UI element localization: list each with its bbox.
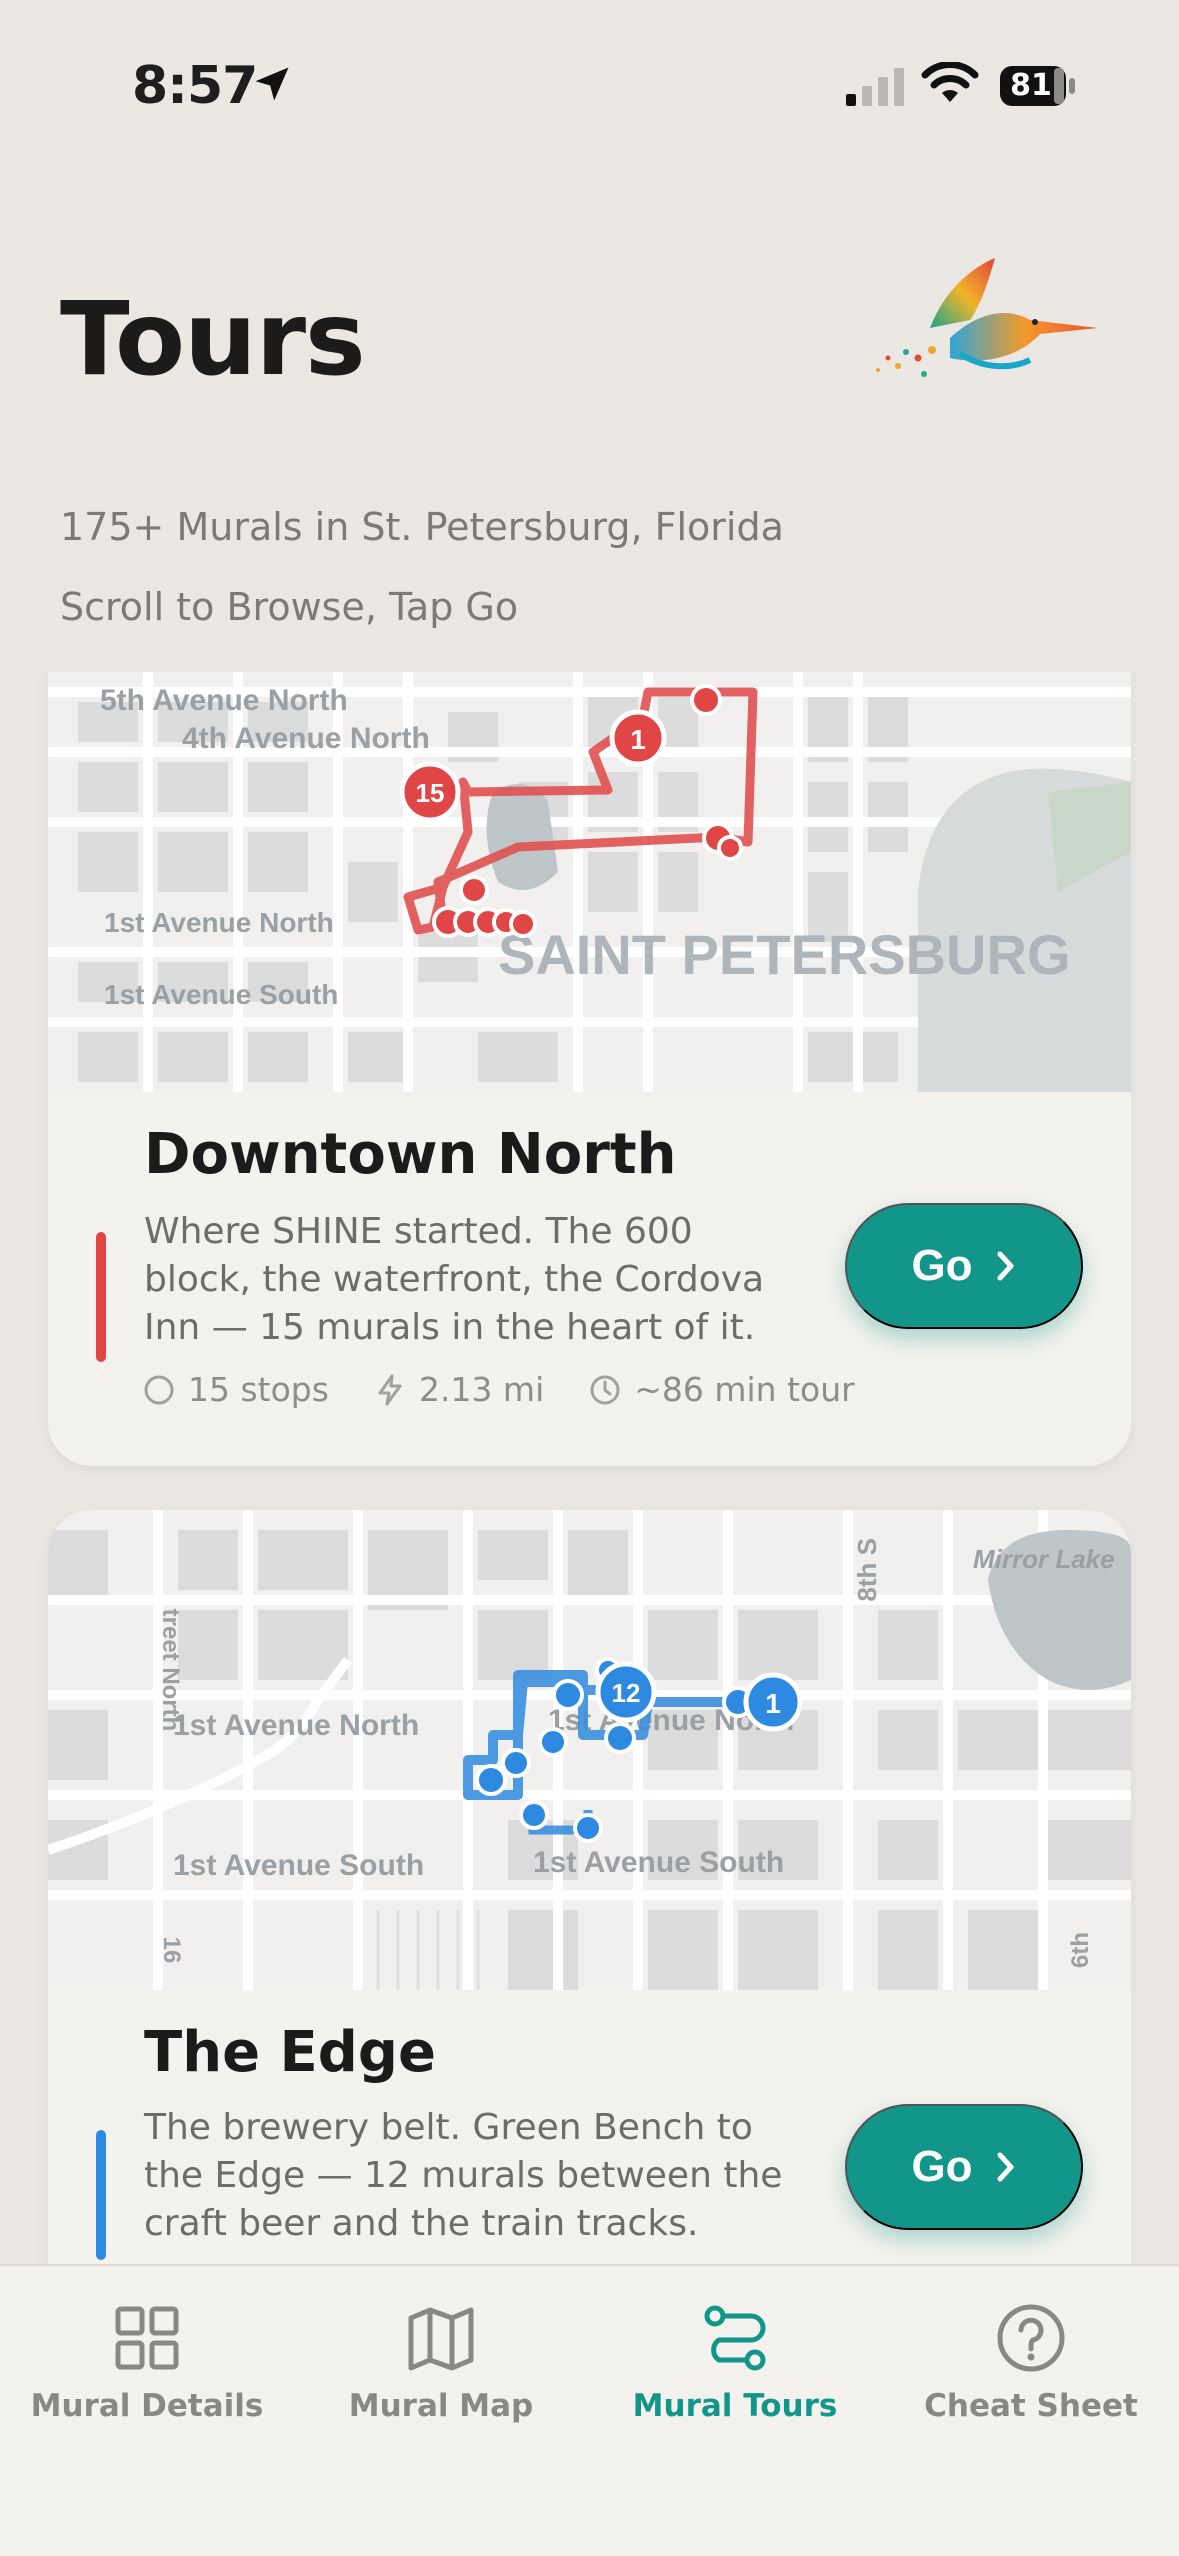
tab-label: Mural Tours [632, 2388, 838, 2424]
tab-bar: Mural Details Mural Map Mural Tours Chea… [0, 2264, 1179, 2556]
stat-duration: ~86 min tour [588, 1370, 855, 1409]
pelican-logo [876, 258, 1098, 377]
location-arrow-icon [255, 67, 289, 101]
route-icon [704, 2305, 766, 2371]
map-label: 1st Avenue South [104, 979, 338, 1010]
tour-map-downtown-north[interactable]: Round Lake 5th Avenue North 4th Avenue N… [48, 672, 1131, 1092]
go-button-label: Go [911, 1241, 973, 1290]
map-label: 6th [1067, 1932, 1094, 1968]
wifi-icon [921, 62, 979, 102]
map-label: 1st Avenue South [533, 1846, 784, 1879]
stat-distance: 2.13 mi [373, 1370, 544, 1409]
map-label: 5th Avenue North [100, 684, 348, 717]
go-button-label: Go [911, 2142, 973, 2191]
go-button[interactable]: Go [845, 1203, 1083, 1329]
tour-list[interactable]: Round Lake 5th Avenue North 4th Avenue N… [0, 672, 1179, 2264]
tour-description: Where SHINE started. The 600 block, the … [144, 1211, 765, 1348]
map-label: 4th Avenue North [182, 722, 430, 755]
map-label: SAINT PETERSBURG [498, 923, 1071, 986]
map-label: Mirror Lake [973, 1544, 1115, 1574]
grid-icon [115, 2306, 179, 2370]
tour-accent-bar [96, 2130, 106, 2260]
tour-card-downtown-north[interactable]: Round Lake 5th Avenue North 4th Avenue N… [48, 672, 1131, 1466]
svg-text:1: 1 [765, 1688, 781, 1719]
page-title: Tours [60, 280, 366, 399]
tour-name: Downtown North [144, 1122, 677, 1187]
svg-text:12: 12 [612, 1678, 641, 1708]
chevron-right-icon [997, 2152, 1014, 2182]
tour-description: The brewery belt. Green Bench to the Edg… [144, 2107, 783, 2244]
tab-label: Mural Map [348, 2388, 534, 2424]
tab-mural-map[interactable]: Mural Map [294, 2266, 588, 2466]
cellular-signal-icon [846, 68, 904, 106]
tour-accent-bar [96, 1232, 106, 1362]
tour-stats: 15 stops 2.13 mi ~86 min tour [142, 1370, 855, 1409]
tour-card-the-edge[interactable]: Mirror Lake 1st Avenue North 1st Avenue … [48, 1510, 1131, 2264]
battery-percentage: 81 [1010, 68, 1052, 103]
map-label: 1st Avenue North [104, 907, 334, 938]
duration-text: ~86 min tour [634, 1370, 855, 1409]
tab-label: Mural Details [30, 2388, 264, 2424]
map-label: 1st Avenue North [173, 1709, 419, 1742]
map-label: 1st Avenue South [173, 1849, 424, 1882]
lightning-icon [378, 1374, 402, 1405]
map-label: 8th S [852, 1538, 882, 1602]
instructions: Scroll to Browse, Tap Go [60, 585, 519, 629]
tour-name: The Edge [144, 2020, 436, 2085]
map-icon [408, 2307, 474, 2371]
svg-text:1: 1 [630, 724, 646, 755]
chevron-right-icon [997, 1251, 1014, 1281]
status-time: 8:57 [132, 56, 258, 116]
tour-map-the-edge[interactable]: Mirror Lake 1st Avenue North 1st Avenue … [48, 1510, 1131, 1990]
tab-label: Cheat Sheet [924, 2388, 1138, 2424]
tab-cheat-sheet[interactable]: Cheat Sheet [884, 2266, 1178, 2466]
clock-icon [590, 1375, 620, 1404]
question-circle-icon [997, 2304, 1065, 2372]
circle-icon [144, 1375, 174, 1404]
map-label: treet North [157, 1609, 184, 1732]
stops-text: 15 stops [188, 1370, 329, 1409]
map-label: 16 [158, 1937, 185, 1964]
subtitle: 175+ Murals in St. Petersburg, Florida [60, 505, 784, 549]
status-bar: 8:57 81 [0, 0, 1179, 175]
tab-mural-details[interactable]: Mural Details [0, 2266, 294, 2466]
tab-mural-tours[interactable]: Mural Tours [588, 2266, 882, 2466]
distance-text: 2.13 mi [418, 1370, 545, 1409]
svg-text:15: 15 [416, 778, 445, 808]
stat-stops: 15 stops [142, 1370, 329, 1409]
go-button[interactable]: Go [845, 2104, 1083, 2230]
